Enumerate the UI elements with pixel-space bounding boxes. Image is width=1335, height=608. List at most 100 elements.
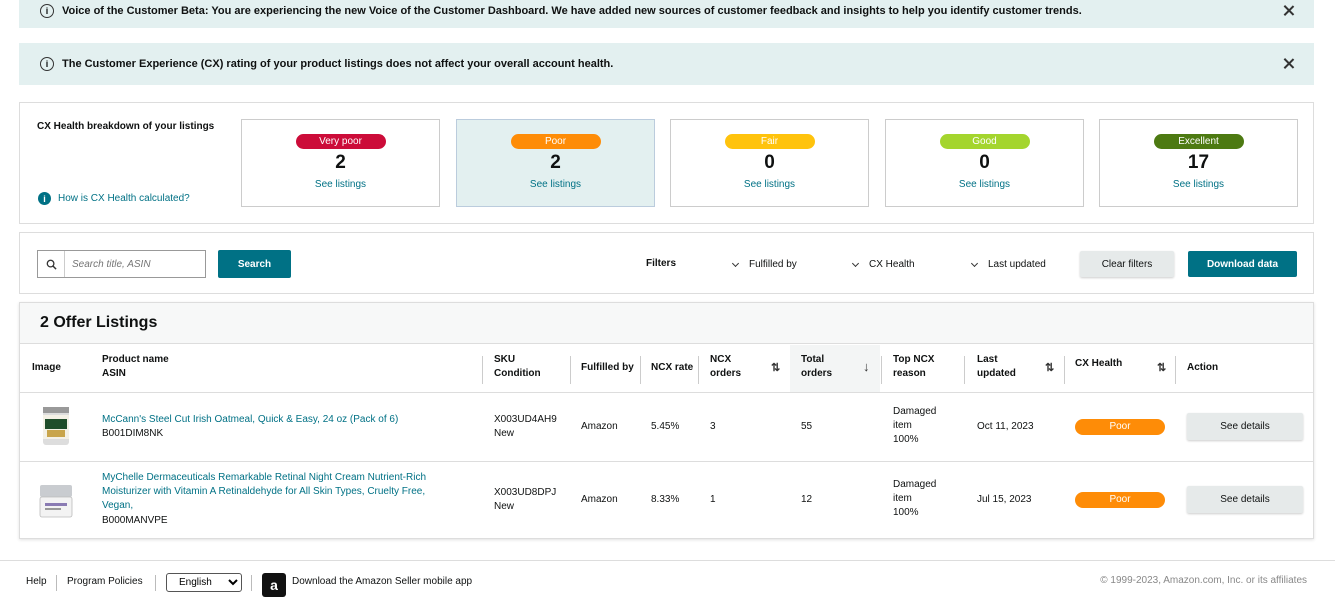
search-input[interactable] [65,251,205,277]
product-condition: New [494,428,515,439]
cx-health-filter-label: CX Health [869,259,915,270]
health-badge: Poor [510,134,601,149]
cx-health-calc-label: How is CX Health calculated? [58,193,190,204]
footer: Help Program Policies English a Download… [0,560,1335,608]
cx-health-filter[interactable]: CX Health [851,259,915,270]
health-card-excellent[interactable]: Excellent 17 See listings [1099,119,1298,207]
reason-percent: 100% [893,507,919,518]
col-image: Image [32,362,61,373]
offer-listings-table: 2 Offer Listings Image Product name ASIN … [19,302,1314,539]
product-image-oatmeal[interactable] [38,403,74,447]
fulfilled-by: Amazon [581,494,618,505]
sort-icon[interactable]: ⇅ [1045,361,1054,374]
health-count: 17 [1187,152,1210,173]
product-sku: X003UD4AH9 [494,414,557,425]
col-divider [698,356,699,384]
reason-percent: 100% [893,434,919,445]
ncx-orders: 3 [710,421,716,432]
fulfilled-by-filter[interactable]: Fulfilled by [731,259,797,270]
filters-label: Filters [646,258,677,269]
health-badge: Very poor [295,134,386,149]
see-listings-link[interactable]: See listings [1100,179,1297,190]
beta-banner-text: Voice of the Customer Beta: You are expe… [62,5,1082,17]
product-title-line-2: Moisturizer with Vitamin A Retinaldehyde… [102,486,426,497]
language-select[interactable]: English [166,573,242,592]
see-listings-link[interactable]: See listings [242,179,439,190]
footer-divider [251,575,252,591]
see-listings-link[interactable]: See listings [886,179,1083,190]
cx-health-badge: Poor [1075,419,1165,435]
sort-icon[interactable]: ⇅ [1157,361,1166,374]
col-product-name[interactable]: Product name ASIN [102,353,169,381]
col-ncx-orders[interactable]: NCX orders [710,353,741,381]
health-count: 2 [335,152,346,173]
sort-icon[interactable]: ⇅ [771,361,780,374]
chevron-down-icon [731,259,740,267]
clear-filters-button[interactable]: Clear filters [1080,251,1174,277]
product-image-mychelle[interactable] [38,479,74,523]
ncx-rate: 8.33% [651,494,680,505]
amazon-app-icon[interactable]: a [262,573,286,597]
fulfilled-by-filter-label: Fulfilled by [749,259,797,270]
col-top-ncx-reason[interactable]: Top NCX reason [893,353,934,381]
question-icon: i [38,192,51,205]
row-divider [20,392,1313,393]
product-sku: X003UD8DPJ [494,487,557,498]
col-divider [640,356,641,384]
col-total-orders[interactable]: Total orders [801,353,832,381]
ncx-rate: 5.45% [651,421,680,432]
program-policies-link[interactable]: Program Policies [67,576,143,587]
col-top-ncx-label-2: reason [893,368,926,379]
health-card-very-poor[interactable]: Very poor 2 See listings [241,119,440,207]
see-details-button[interactable]: See details [1187,486,1303,513]
help-link[interactable]: Help [26,576,47,587]
col-product-name-label: Product name [102,354,169,365]
product-asin: B000MANVPE [102,515,168,526]
close-icon[interactable] [1282,57,1296,71]
product-title-line-3: Vegan, [102,500,134,511]
download-data-button[interactable]: Download data [1188,251,1297,277]
cx-health-badge: Poor [1075,492,1165,508]
col-divider [1064,356,1065,384]
total-orders: 12 [801,494,813,505]
col-asin-label: ASIN [102,368,126,379]
download-app-link[interactable]: Download the Amazon Seller mobile app [292,576,472,587]
arrow-down-icon[interactable]: ↓ [863,359,870,374]
col-divider [964,356,965,384]
col-ncx-rate[interactable]: NCX rate [651,361,693,375]
see-listings-link[interactable]: See listings [671,179,868,190]
col-sku[interactable]: SKU Condition [494,353,541,381]
col-condition-label: Condition [494,368,541,379]
col-divider [570,356,571,384]
col-cx-health[interactable]: CX Health [1075,357,1122,371]
cx-health-breakdown: CX Health breakdown of your listings i H… [19,102,1314,224]
cx-health-calc-link[interactable]: i How is CX Health calculated? [38,192,190,205]
top-ncx-reason: Damaged item 100% [893,478,936,520]
cx-info-banner-text: The Customer Experience (CX) rating of y… [62,58,614,70]
last-updated-filter[interactable]: Last updated [970,259,1046,270]
beta-banner: i Voice of the Customer Beta: You are ex… [19,0,1314,28]
col-fulfilled-by[interactable]: Fulfilled by [581,361,634,375]
footer-divider [56,575,57,591]
health-card-good[interactable]: Good 0 See listings [885,119,1084,207]
col-total-orders-label-1: Total [801,354,825,365]
health-card-fair[interactable]: Fair 0 See listings [670,119,869,207]
product-asin: B001DIM8NK [102,428,164,439]
col-ncx-orders-label-1: NCX [710,354,732,365]
col-last-updated[interactable]: Last updated [977,353,1016,381]
last-updated: Oct 11, 2023 [977,421,1034,432]
close-icon[interactable] [1282,4,1296,18]
product-title-link[interactable]: McCann's Steel Cut Irish Oatmeal, Quick … [102,413,398,427]
info-icon: i [40,4,54,18]
search-button[interactable]: Search [218,250,291,278]
health-badge: Excellent [1153,134,1244,149]
search-icon [38,251,65,277]
health-count: 2 [550,152,561,173]
last-updated: Jul 15, 2023 [977,494,1032,505]
col-divider [482,356,483,384]
product-title-line-1: MyChelle Dermaceuticals Remarkable Retin… [102,472,426,483]
product-title-link[interactable]: MyChelle Dermaceuticals Remarkable Retin… [102,471,426,513]
see-listings-link[interactable]: See listings [457,179,654,190]
see-details-button[interactable]: See details [1187,413,1303,440]
health-card-poor[interactable]: Poor 2 See listings [456,119,655,207]
